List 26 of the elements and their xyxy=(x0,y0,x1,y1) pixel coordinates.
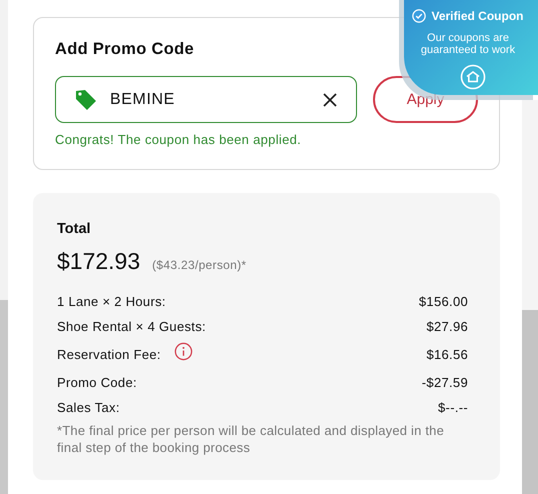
line-value: -$27.59 xyxy=(422,375,468,390)
success-message: Congrats! The coupon has been applied. xyxy=(55,132,302,147)
line-label: Shoe Rental × 4 Guests: xyxy=(57,319,206,334)
line-value: $156.00 xyxy=(418,294,468,309)
house-icon xyxy=(460,64,486,90)
promo-code-field[interactable]: BEMINE xyxy=(55,76,357,123)
line-label: Promo Code: xyxy=(57,375,137,390)
line-value: $--.-- xyxy=(438,400,468,415)
line-label: 1 Lane × 2 Hours: xyxy=(57,294,166,309)
info-icon[interactable] xyxy=(174,342,193,361)
total-amount: $172.93 xyxy=(57,248,140,275)
per-person-price: ($43.23/person)* xyxy=(152,258,246,272)
line-label: Sales Tax: xyxy=(57,400,120,415)
line-value: $27.96 xyxy=(426,319,468,334)
line-value: $16.56 xyxy=(426,347,468,362)
tag-icon xyxy=(74,88,98,112)
price-note: *The final price per person will be calculated and displayed in the final step of the booking process xyxy=(57,422,446,456)
scrollbar[interactable] xyxy=(522,100,538,494)
badge-text: Our coupons are guaranteed to work xyxy=(420,32,516,56)
badge-title: Verified Coupon xyxy=(431,9,524,23)
check-icon xyxy=(412,9,426,23)
line-label: Reservation Fee: xyxy=(57,347,161,362)
total-label: Total xyxy=(57,221,92,237)
clear-icon[interactable] xyxy=(322,92,338,108)
promo-title: Add Promo Code xyxy=(55,40,194,59)
promo-code-input[interactable]: BEMINE xyxy=(110,90,310,108)
